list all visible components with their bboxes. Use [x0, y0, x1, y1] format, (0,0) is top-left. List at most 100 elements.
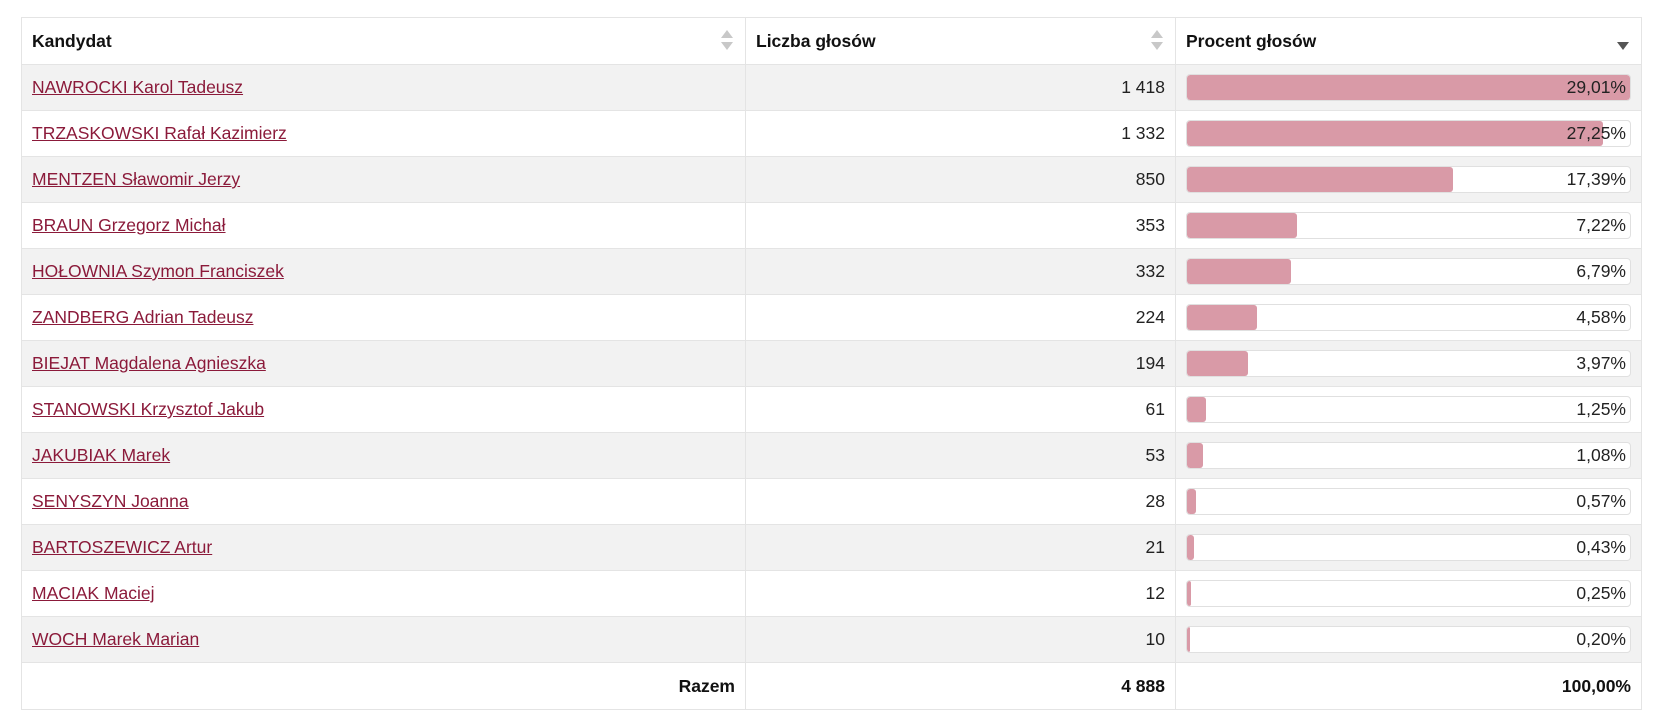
percent-cell: 1,08%: [1175, 432, 1642, 479]
percent-bar-fill: [1187, 627, 1191, 652]
votes-cell: 850: [745, 156, 1176, 203]
header-votes-label: Liczba głosów: [756, 30, 876, 51]
percent-cell: 1,25%: [1175, 386, 1642, 433]
votes-cell: 1 418: [745, 64, 1176, 111]
total-label: Razem: [21, 662, 746, 710]
table-row: TRZASKOWSKI Rafał Kazimierz 1 332 27,25%: [21, 110, 1642, 157]
percent-label: 4,58%: [1576, 307, 1626, 327]
percent-bar: 4,58%: [1186, 304, 1631, 331]
percent-bar-fill: [1187, 397, 1207, 422]
votes-cell: 53: [745, 432, 1176, 479]
percent-bar-fill: [1187, 75, 1630, 100]
table-row: SENYSZYN Joanna 28 0,57%: [21, 478, 1642, 525]
table-row: HOŁOWNIA Szymon Franciszek 332 6,79%: [21, 248, 1642, 295]
candidate-link[interactable]: WOCH Marek Marian: [32, 629, 199, 649]
candidate-cell: JAKUBIAK Marek: [21, 432, 746, 479]
votes-cell: 61: [745, 386, 1176, 433]
percent-label: 1,08%: [1576, 445, 1626, 465]
percent-bar: 27,25%: [1186, 120, 1631, 147]
percent-bar: 3,97%: [1186, 350, 1631, 377]
table-row: BRAUN Grzegorz Michał 353 7,22%: [21, 202, 1642, 249]
percent-label: 0,25%: [1576, 583, 1626, 603]
candidate-cell: TRZASKOWSKI Rafał Kazimierz: [21, 110, 746, 157]
percent-cell: 0,20%: [1175, 616, 1642, 663]
votes-cell: 194: [745, 340, 1176, 387]
percent-cell: 0,57%: [1175, 478, 1642, 525]
percent-cell: 17,39%: [1175, 156, 1642, 203]
header-candidate-label: Kandydat: [32, 30, 112, 51]
candidate-cell: WOCH Marek Marian: [21, 616, 746, 663]
table-body: NAWROCKI Karol Tadeusz 1 418 29,01% TRZASKO…: [21, 64, 1642, 663]
percent-bar: 7,22%: [1186, 212, 1631, 239]
percent-label: 1,25%: [1576, 399, 1626, 419]
candidate-link[interactable]: ZANDBERG Adrian Tadeusz: [32, 307, 253, 327]
candidate-cell: MACIAK Maciej: [21, 570, 746, 617]
header-candidate[interactable]: Kandydat: [21, 17, 746, 65]
votes-cell: 21: [745, 524, 1176, 571]
candidate-cell: BARTOSZEWICZ Artur: [21, 524, 746, 571]
header-percent-label: Procent głosów: [1186, 30, 1317, 51]
candidate-cell: BIEJAT Magdalena Agnieszka: [21, 340, 746, 387]
percent-bar: 0,57%: [1186, 488, 1631, 515]
candidate-link[interactable]: HOŁOWNIA Szymon Franciszek: [32, 261, 284, 281]
sort-icon[interactable]: [1151, 30, 1163, 52]
table-header-row: Kandydat Liczba głosów Procent głosów: [21, 17, 1642, 65]
table-row: MENTZEN Sławomir Jerzy 850 17,39%: [21, 156, 1642, 203]
table-row: STANOWSKI Krzysztof Jakub 61 1,25%: [21, 386, 1642, 433]
votes-cell: 12: [745, 570, 1176, 617]
table-row: BARTOSZEWICZ Artur 21 0,43%: [21, 524, 1642, 571]
percent-bar-fill: [1187, 305, 1257, 330]
percent-cell: 27,25%: [1175, 110, 1642, 157]
percent-cell: 3,97%: [1175, 340, 1642, 387]
votes-cell: 28: [745, 478, 1176, 525]
results-table: Kandydat Liczba głosów Procent głosów NA…: [21, 17, 1642, 710]
candidate-link[interactable]: BIEJAT Magdalena Agnieszka: [32, 353, 266, 373]
candidate-link[interactable]: MENTZEN Sławomir Jerzy: [32, 169, 240, 189]
candidate-link[interactable]: MACIAK Maciej: [32, 583, 155, 603]
percent-cell: 0,25%: [1175, 570, 1642, 617]
percent-label: 27,25%: [1566, 123, 1626, 143]
percent-bar-fill: [1187, 443, 1204, 468]
table-row: ZANDBERG Adrian Tadeusz 224 4,58%: [21, 294, 1642, 341]
candidate-cell: STANOWSKI Krzysztof Jakub: [21, 386, 746, 433]
percent-bar: 1,25%: [1186, 396, 1631, 423]
sort-desc-icon[interactable]: [1617, 30, 1629, 52]
percent-bar-fill: [1187, 489, 1196, 514]
header-percent[interactable]: Procent głosów: [1175, 17, 1642, 65]
percent-cell: 6,79%: [1175, 248, 1642, 295]
candidate-cell: SENYSZYN Joanna: [21, 478, 746, 525]
percent-cell: 29,01%: [1175, 64, 1642, 111]
candidate-cell: MENTZEN Sławomir Jerzy: [21, 156, 746, 203]
candidate-cell: BRAUN Grzegorz Michał: [21, 202, 746, 249]
candidate-link[interactable]: TRZASKOWSKI Rafał Kazimierz: [32, 123, 287, 143]
percent-cell: 4,58%: [1175, 294, 1642, 341]
percent-cell: 7,22%: [1175, 202, 1642, 249]
table-row: NAWROCKI Karol Tadeusz 1 418 29,01%: [21, 64, 1642, 111]
votes-cell: 224: [745, 294, 1176, 341]
percent-bar: 1,08%: [1186, 442, 1631, 469]
candidate-cell: ZANDBERG Adrian Tadeusz: [21, 294, 746, 341]
candidate-link[interactable]: BARTOSZEWICZ Artur: [32, 537, 212, 557]
percent-bar-fill: [1187, 167, 1453, 192]
candidate-link[interactable]: SENYSZYN Joanna: [32, 491, 189, 511]
percent-label: 7,22%: [1576, 215, 1626, 235]
sort-icon[interactable]: [721, 30, 733, 52]
percent-bar-fill: [1187, 581, 1191, 606]
percent-cell: 0,43%: [1175, 524, 1642, 571]
percent-label: 0,57%: [1576, 491, 1626, 511]
total-percent: 100,00%: [1175, 662, 1642, 710]
percent-label: 17,39%: [1566, 169, 1626, 189]
percent-bar-fill: [1187, 535, 1194, 560]
candidate-link[interactable]: STANOWSKI Krzysztof Jakub: [32, 399, 264, 419]
table-row: MACIAK Maciej 12 0,25%: [21, 570, 1642, 617]
votes-cell: 353: [745, 202, 1176, 249]
candidate-link[interactable]: NAWROCKI Karol Tadeusz: [32, 77, 243, 97]
percent-label: 6,79%: [1576, 261, 1626, 281]
percent-label: 0,20%: [1576, 629, 1626, 649]
percent-bar: 17,39%: [1186, 166, 1631, 193]
table-row: BIEJAT Magdalena Agnieszka 194 3,97%: [21, 340, 1642, 387]
candidate-link[interactable]: JAKUBIAK Marek: [32, 445, 170, 465]
percent-bar: 6,79%: [1186, 258, 1631, 285]
header-votes[interactable]: Liczba głosów: [745, 17, 1176, 65]
candidate-link[interactable]: BRAUN Grzegorz Michał: [32, 215, 226, 235]
